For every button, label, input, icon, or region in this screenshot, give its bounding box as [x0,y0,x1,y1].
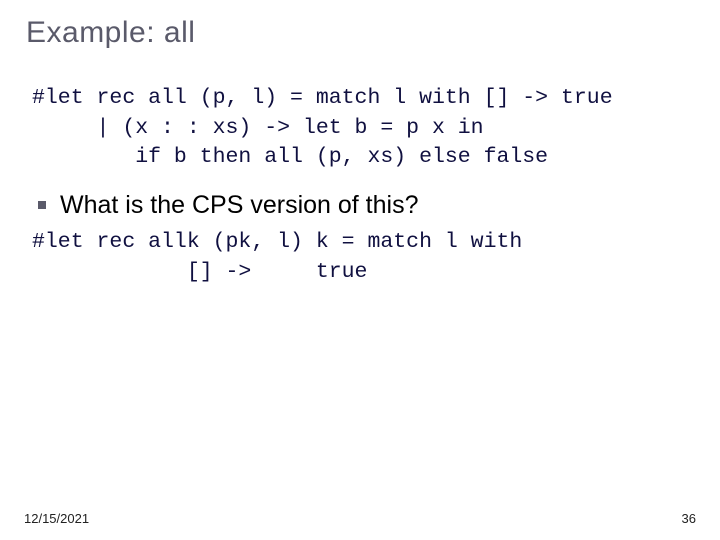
footer-page: 36 [682,511,696,526]
footer: 12/15/2021 36 [24,511,696,526]
bullet-icon [38,201,46,209]
footer-date: 12/15/2021 [24,511,89,526]
question-text: What is the CPS version of this? [60,191,418,220]
slide-title: Example: all [26,16,696,50]
code-block-cps: #let rec allk (pk, l) k = match l with [… [32,228,696,287]
code-block-original: #let rec all (p, l) = match l with [] ->… [32,84,696,173]
question-line: What is the CPS version of this? [38,191,696,220]
slide: Example: all #let rec all (p, l) = match… [0,0,720,540]
